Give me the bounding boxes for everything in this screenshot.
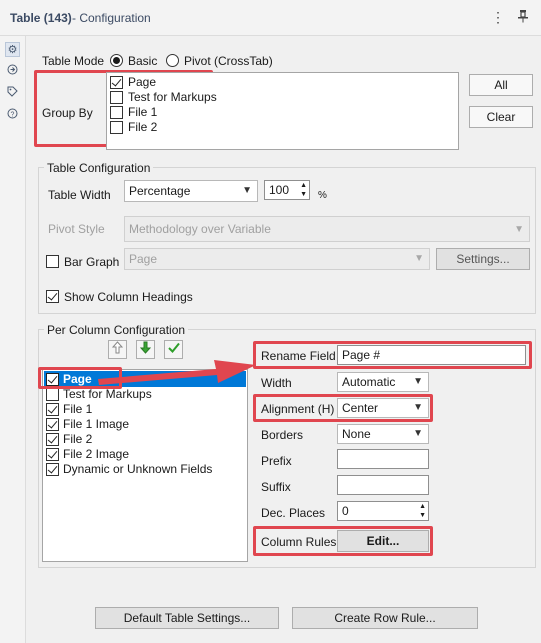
column-rules-label: Column Rules (261, 535, 337, 549)
column-label: File 1 Image (63, 417, 130, 431)
borders-select[interactable]: None ▼ (337, 424, 429, 444)
annotation-arrow-icon (98, 360, 256, 385)
connection-icon[interactable] (5, 64, 20, 79)
group-by-list[interactable]: Page Test for Markups File 1 File 2 (106, 72, 459, 150)
svg-text:?: ? (11, 111, 15, 118)
more-options-icon[interactable]: ⋮ (490, 9, 506, 27)
width-value: Automatic (342, 375, 396, 389)
column-label: File 2 (63, 432, 93, 446)
table-width-label: Table Width (48, 188, 111, 202)
rename-field-input[interactable]: Page # (337, 345, 526, 365)
spinner-icon[interactable]: ▲ ▼ (300, 181, 307, 199)
configuration-gear-icon[interactable]: ⚙ (5, 42, 20, 57)
table-width-value: 100 (269, 183, 290, 197)
group-by-label: Group By (42, 106, 93, 120)
column-checkbox[interactable] (46, 433, 59, 446)
basic-radio-label: Basic (128, 54, 158, 68)
table-width-mode-select[interactable]: Percentage ▼ (124, 180, 258, 202)
group-by-checkbox[interactable] (110, 121, 123, 134)
dec-places-label: Dec. Places (261, 506, 326, 520)
suffix-input[interactable] (337, 475, 429, 495)
show-column-headings-label: Show Column Headings (64, 290, 193, 304)
clear-button[interactable]: Clear (469, 106, 533, 128)
dec-places-value: 0 (342, 504, 349, 518)
borders-label: Borders (261, 428, 304, 442)
table-width-unit: % (318, 190, 327, 201)
suffix-label: Suffix (261, 480, 291, 494)
column-checkbox[interactable] (46, 418, 59, 431)
column-label: Dynamic or Unknown Fields (63, 462, 213, 476)
tag-icon[interactable] (5, 86, 20, 101)
left-tool-strip: ⚙ ? (0, 36, 26, 643)
column-label: File 1 (63, 402, 93, 416)
group-by-checkbox[interactable] (110, 106, 123, 119)
pivot-style-label: Pivot Style (48, 222, 105, 236)
help-icon[interactable]: ? (5, 108, 20, 123)
basic-radio[interactable] (110, 54, 123, 67)
tool-name: Table (143) (10, 11, 72, 25)
bar-graph-label: Bar Graph (64, 255, 120, 269)
table-width-mode-value: Percentage (129, 184, 191, 198)
width-select[interactable]: Automatic ▼ (337, 372, 429, 392)
create-row-rule-button[interactable]: Create Row Rule... (292, 607, 478, 629)
table-width-value-input[interactable]: 100 ▲ ▼ (264, 180, 310, 200)
column-list[interactable]: Page Test for Markups File 1 File 1 Imag… (42, 369, 248, 562)
pivot-radio[interactable] (166, 54, 179, 67)
chevron-down-icon: ▼ (514, 224, 524, 235)
group-by-item-label: Test for Markups (128, 90, 217, 104)
spinner-icon[interactable]: ▲ ▼ (419, 502, 426, 520)
bar-graph-field-value: Page (129, 252, 158, 266)
column-label: File 2 Image (63, 447, 130, 461)
column-checkbox[interactable] (46, 388, 59, 401)
column-checkbox[interactable] (46, 448, 59, 461)
default-table-settings-button[interactable]: Default Table Settings... (95, 607, 279, 629)
chevron-down-icon: ▼ (413, 402, 423, 413)
chevron-down-icon: ▼ (413, 376, 423, 387)
group-by-checkbox[interactable] (110, 91, 123, 104)
all-button[interactable]: All (469, 74, 533, 96)
column-label: Test for Markups (63, 387, 152, 401)
dec-places-input[interactable]: 0 ▲ ▼ (337, 501, 429, 521)
pin-icon[interactable] (515, 9, 531, 27)
bar-graph-field-select[interactable]: Page ▼ (124, 248, 430, 270)
alignment-select[interactable]: Center ▼ (337, 398, 429, 418)
per-column-configuration-title: Per Column Configuration (44, 323, 189, 337)
width-label: Width (261, 376, 292, 390)
pivot-radio-label: Pivot (CrossTab) (184, 54, 273, 68)
borders-value: None (342, 427, 371, 441)
title-bar: Table (143) - Configuration ⋮ (0, 0, 541, 36)
edit-column-rules-button[interactable]: Edit... (337, 530, 429, 552)
panel-subtitle: - Configuration (72, 11, 151, 25)
chevron-down-icon: ▼ (242, 185, 252, 196)
chevron-down-icon: ▼ (414, 253, 424, 264)
prefix-label: Prefix (261, 454, 292, 468)
pivot-style-value: Methodology over Variable (129, 222, 271, 236)
bar-graph-checkbox[interactable] (46, 255, 59, 268)
group-by-item-label: File 2 (128, 120, 158, 134)
pivot-style-select[interactable]: Methodology over Variable ▼ (124, 216, 530, 242)
column-checkbox[interactable] (46, 463, 59, 476)
settings-button[interactable]: Settings... (436, 248, 530, 270)
alignment-label: Alignment (H) (261, 402, 335, 416)
group-by-item-label: Page (128, 75, 157, 89)
table-mode-label: Table Mode (42, 54, 105, 68)
prefix-input[interactable] (337, 449, 429, 469)
group-by-checkbox[interactable] (110, 76, 123, 89)
column-checkbox[interactable] (46, 403, 59, 416)
table-configuration-title: Table Configuration (44, 161, 154, 175)
group-by-item-label: File 1 (128, 105, 158, 119)
chevron-down-icon: ▼ (413, 428, 423, 439)
show-column-headings-checkbox[interactable] (46, 290, 59, 303)
alignment-value: Center (342, 401, 379, 415)
rename-field-label: Rename Field (261, 349, 336, 363)
